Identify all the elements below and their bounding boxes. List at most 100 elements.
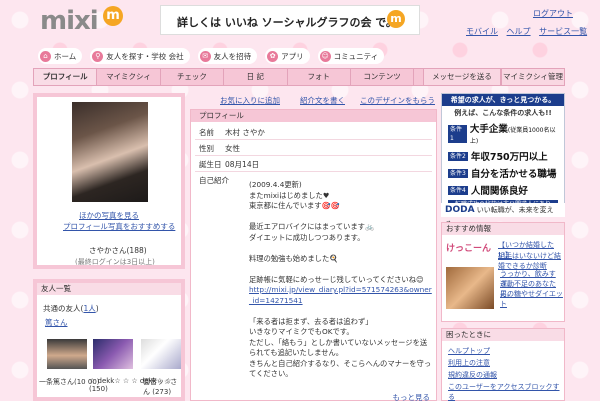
last-login: (最終ログインは3日以上) — [75, 258, 155, 266]
common-friend-name[interactable]: 篤さん — [45, 317, 68, 328]
bio-line — [249, 264, 433, 275]
recommend-link[interactable]: 相手はいないけど結婚できるか診断 — [498, 251, 564, 271]
friend-thumb[interactable] — [93, 339, 133, 369]
write-intro-link[interactable]: 紹介文を書く — [300, 95, 345, 106]
ad-badge: 条件1 — [448, 124, 467, 143]
ad-text: 年収750万円以上 — [470, 152, 548, 163]
app-icon: ✿ — [267, 50, 279, 62]
bio-line: きちんと自己紹介するなり、そこらへんのマナーを守ってください。 — [249, 358, 432, 379]
nav-find-label: 友人を探す・学校 会社 — [106, 51, 184, 61]
common-friends-label: 共通の友人( — [43, 304, 84, 313]
recommend-photo-link[interactable]: プロフィール写真をおすすめする — [63, 221, 175, 232]
nav-home[interactable]: ⌂ ホーム — [38, 48, 83, 64]
profile-title: プロフィール — [191, 110, 436, 122]
ad-item: 条件3 自分を活かせる職場 — [448, 166, 558, 180]
row-label: 自己紹介 — [199, 176, 229, 185]
bio-line — [249, 212, 433, 223]
bio-line: ただし、「絡もう」としか書いていないメッセージを送られても追記いたしません。 — [249, 337, 428, 358]
common-friends: 共通の友人(1人) — [43, 303, 99, 314]
tab-contents[interactable]: コンテンツ — [351, 69, 415, 85]
bio-line: いきなりマイミクでもOKです。 — [249, 327, 354, 336]
friend-thumb[interactable] — [141, 339, 181, 369]
ad-text: 大手企業(従業員1000名以上) — [470, 121, 558, 146]
row-label: 名前 — [199, 128, 214, 137]
recommend-panel: おすすめ情報 けっこーん 【いつか結婚したい】 相手はいないけど結婚できるか診断… — [441, 222, 565, 322]
bio-line: 足跡帳に気軽にめっせーじ残していってくださいね😊 — [249, 274, 424, 284]
profile-row-gender: 性別 女性 — [195, 140, 432, 156]
diary-link[interactable]: http://mixi.jp/view_diary.pl?id=57157426… — [249, 285, 433, 306]
doda-logo: DODA — [445, 205, 475, 215]
nav-community-label: コミュニティ — [333, 51, 379, 61]
tab-profile[interactable]: プロフィール — [34, 69, 98, 85]
ad-item: 条件1 大手企業(従業員1000名以上) — [448, 121, 558, 146]
user-name: さやかさん(188) — [89, 246, 147, 255]
profile-row-name: 名前 木村 さやか — [195, 124, 432, 140]
recommend-link[interactable]: 男の糖やせダイエット — [500, 289, 564, 309]
nav-home-label: ホーム — [54, 51, 77, 61]
row-label: 誕生日 — [199, 160, 222, 169]
mixi-logo-mark: m — [103, 6, 123, 26]
tab-mymixi[interactable]: マイミクシィ — [97, 69, 161, 85]
main-column: お気に入りに追加 紹介文を書く このデザインをもらう プロフィール 名前 木村 … — [190, 93, 437, 401]
job-ad[interactable]: 希望の求人が、きっと見つかる。 例えば、こんな条件の求人も!! 条件1 大手企業(… — [441, 93, 565, 215]
recommend-image[interactable] — [446, 267, 494, 309]
mobile-link[interactable]: モバイル — [466, 27, 498, 36]
nav-invite-label: 友人を招待 — [213, 51, 252, 61]
bio-line — [249, 306, 433, 317]
more-photos-link[interactable]: ほかの写真を見る — [79, 210, 139, 221]
help-link[interactable]: ヘルプ — [507, 27, 531, 36]
bio-line: ダイエットに成功しつつあります。 — [249, 232, 365, 242]
kekkon-logo[interactable]: けっこーん — [446, 241, 491, 254]
ad-badge: 条件2 — [448, 151, 468, 161]
common-friends-close: ) — [95, 304, 99, 313]
common-friends-count[interactable]: 1人 — [83, 304, 95, 313]
bio-line: (2009.4.4更新) — [249, 180, 302, 189]
friends-title: 友人一覧 — [37, 283, 181, 295]
row-value: 08月14日 — [225, 160, 260, 169]
tab-photo[interactable]: フォト — [288, 69, 351, 85]
tab-diary[interactable]: 日 記 — [224, 69, 288, 85]
global-nav: ⌂ ホーム ⚲ 友人を探す・学校 会社 ✉ 友人を招待 ✿ アプリ ☺ コミュニティ — [38, 48, 385, 64]
ad-item: 条件4 人間関係良好 — [448, 183, 558, 197]
ad-text: 人間関係良好 — [470, 186, 528, 197]
ad-sub: 例えば、こんな条件の求人も!! — [454, 109, 552, 117]
send-message-button[interactable]: メッセージを送る — [423, 68, 501, 86]
more-link[interactable]: もっと見る — [393, 392, 431, 401]
profile-row-birthday: 誕生日 08月14日 — [195, 156, 432, 172]
mymixi-admin-button[interactable]: マイミクシィ管理 — [501, 68, 565, 86]
nav-apps-label: アプリ — [281, 51, 304, 61]
profile-card: ほかの写真を見る プロフィール写真をおすすめする さやかさん(188) (最終ロ… — [33, 93, 185, 269]
help-link[interactable]: 規約違反の通報 — [448, 370, 497, 380]
row-label: 性別 — [199, 144, 214, 153]
mixi-logo[interactable]: mixi — [40, 6, 99, 36]
nav-apps[interactable]: ✿ アプリ — [265, 48, 310, 64]
banner-text: 詳しくは いいね ソーシャルグラフの会 で。 — [177, 16, 397, 29]
get-design-link[interactable]: このデザインをもらう — [360, 95, 435, 106]
search-icon: ⚲ — [92, 50, 104, 62]
banner-mark: m — [387, 10, 405, 28]
bio-text: (2009.4.4更新) またmixiはじめました♥ 東京都に住んでいます🎯🎯 … — [249, 180, 433, 380]
recommend-title: おすすめ情報 — [442, 223, 564, 235]
friend-thumb[interactable] — [47, 339, 87, 369]
services-link[interactable]: サービス一覧 — [539, 27, 587, 36]
help-link[interactable]: このユーザーをアクセスブロックする — [448, 382, 564, 401]
profile-box: プロフィール 名前 木村 さやか 性別 女性 誕生日 08月14日 自己紹介 (… — [190, 109, 437, 401]
ad-badge: 条件4 — [448, 185, 468, 195]
help-panel: 困ったときに ヘルプトップ 利用上の注意 規約違反の通報 このユーザーをアクセス… — [441, 328, 565, 401]
help-link[interactable]: 利用上の注意 — [448, 358, 490, 368]
doda-brand[interactable]: DODA いい転職が、未来を変える。 — [441, 203, 565, 228]
logout-link[interactable]: ログアウト — [533, 8, 573, 19]
friend-name[interactable]: 雲音ッ☆さん (273) — [143, 377, 181, 397]
tab-check[interactable]: チェック — [161, 69, 225, 85]
nav-community[interactable]: ☺ コミュニティ — [317, 48, 385, 64]
help-link[interactable]: ヘルプトップ — [448, 346, 490, 356]
top-banner-ad[interactable]: 詳しくは いいね ソーシャルグラフの会 で。 m — [160, 5, 420, 35]
community-icon: ☺ — [319, 50, 331, 62]
bio-line: 料理の勉強も始めました🍳 — [249, 253, 339, 263]
nav-find-friends[interactable]: ⚲ 友人を探す・学校 会社 — [90, 48, 190, 64]
add-favorite-link[interactable]: お気に入りに追加 — [220, 95, 280, 106]
ad-item: 条件2 年収750万円以上 — [448, 149, 558, 163]
profile-photo[interactable] — [72, 102, 148, 202]
nav-invite[interactable]: ✉ 友人を招待 — [197, 48, 258, 64]
invite-icon: ✉ — [199, 50, 211, 62]
